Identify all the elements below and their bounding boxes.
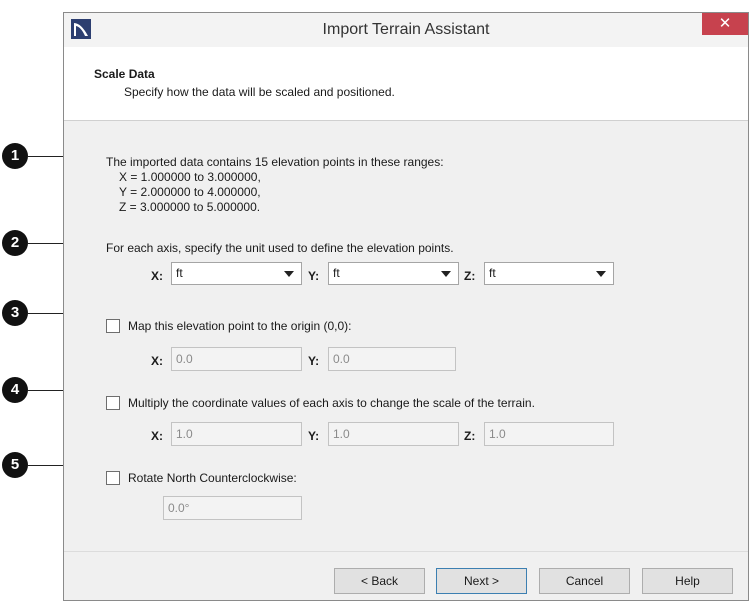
callout-badge-3: 3 bbox=[2, 300, 28, 326]
cancel-button[interactable]: Cancel bbox=[539, 568, 630, 594]
page-subtitle: Specify how the data will be scaled and … bbox=[124, 85, 395, 99]
chevron-down-icon bbox=[284, 271, 294, 277]
callout-badge-1: 1 bbox=[2, 143, 28, 169]
origin-x-label: X: bbox=[151, 354, 163, 368]
multiply-scale-label: Multiply the coordinate values of each a… bbox=[128, 396, 535, 410]
unit-x-value: ft bbox=[176, 266, 183, 280]
info-y-range: Y = 2.000000 to 4.000000, bbox=[119, 185, 261, 199]
map-origin-label: Map this elevation point to the origin (… bbox=[128, 319, 352, 333]
map-origin-checkbox[interactable] bbox=[106, 319, 120, 333]
scale-y-label: Y: bbox=[308, 429, 320, 443]
info-z-range: Z = 3.000000 to 5.000000. bbox=[119, 200, 261, 214]
rotate-north-label: Rotate North Counterclockwise: bbox=[128, 471, 297, 485]
units-instruction: For each axis, specify the unit used to … bbox=[106, 241, 454, 255]
scale-x-field[interactable]: 1.0 bbox=[171, 422, 302, 446]
scale-z-field[interactable]: 1.0 bbox=[484, 422, 614, 446]
multiply-scale-checkbox[interactable] bbox=[106, 396, 120, 410]
wizard-footer: < Back Next > Cancel Help bbox=[64, 551, 748, 601]
next-button[interactable]: Next > bbox=[436, 568, 527, 594]
wizard-content: The imported data contains 15 elevation … bbox=[64, 121, 748, 551]
chevron-down-icon bbox=[596, 271, 606, 277]
back-button[interactable]: < Back bbox=[334, 568, 425, 594]
dialog-title: Import Terrain Assistant bbox=[322, 21, 490, 38]
info-x-range: X = 1.000000 to 3.000000, bbox=[119, 170, 261, 184]
unit-z-label: Z: bbox=[464, 269, 476, 283]
info-summary-line: The imported data contains 15 elevation … bbox=[106, 155, 444, 169]
callout-badge-4: 4 bbox=[2, 377, 28, 403]
unit-x-select[interactable]: ft bbox=[171, 262, 302, 285]
scale-z-label: Z: bbox=[464, 429, 476, 443]
rotate-angle-field[interactable]: 0.0° bbox=[163, 496, 302, 520]
origin-y-field[interactable]: 0.0 bbox=[328, 347, 456, 371]
unit-z-select[interactable]: ft bbox=[484, 262, 614, 285]
unit-x-label: X: bbox=[151, 269, 163, 283]
chevron-down-icon bbox=[441, 271, 451, 277]
close-button[interactable]: ✕ bbox=[702, 13, 748, 35]
unit-z-value: ft bbox=[489, 266, 496, 280]
callout-badge-5: 5 bbox=[2, 452, 28, 478]
title-bar[interactable]: Import Terrain Assistant ✕ bbox=[64, 13, 748, 47]
page-title: Scale Data bbox=[94, 67, 155, 81]
unit-y-label: Y: bbox=[308, 269, 320, 283]
help-button[interactable]: Help bbox=[642, 568, 733, 594]
scale-y-field[interactable]: 1.0 bbox=[328, 422, 459, 446]
origin-y-label: Y: bbox=[308, 354, 320, 368]
import-terrain-dialog: Import Terrain Assistant ✕ Scale Data Sp… bbox=[63, 12, 749, 601]
callout-badge-2: 2 bbox=[2, 230, 28, 256]
rotate-north-checkbox[interactable] bbox=[106, 471, 120, 485]
origin-x-field[interactable]: 0.0 bbox=[171, 347, 302, 371]
unit-y-value: ft bbox=[333, 266, 340, 280]
wizard-header: Scale Data Specify how the data will be … bbox=[64, 47, 748, 121]
scale-x-label: X: bbox=[151, 429, 163, 443]
unit-y-select[interactable]: ft bbox=[328, 262, 459, 285]
